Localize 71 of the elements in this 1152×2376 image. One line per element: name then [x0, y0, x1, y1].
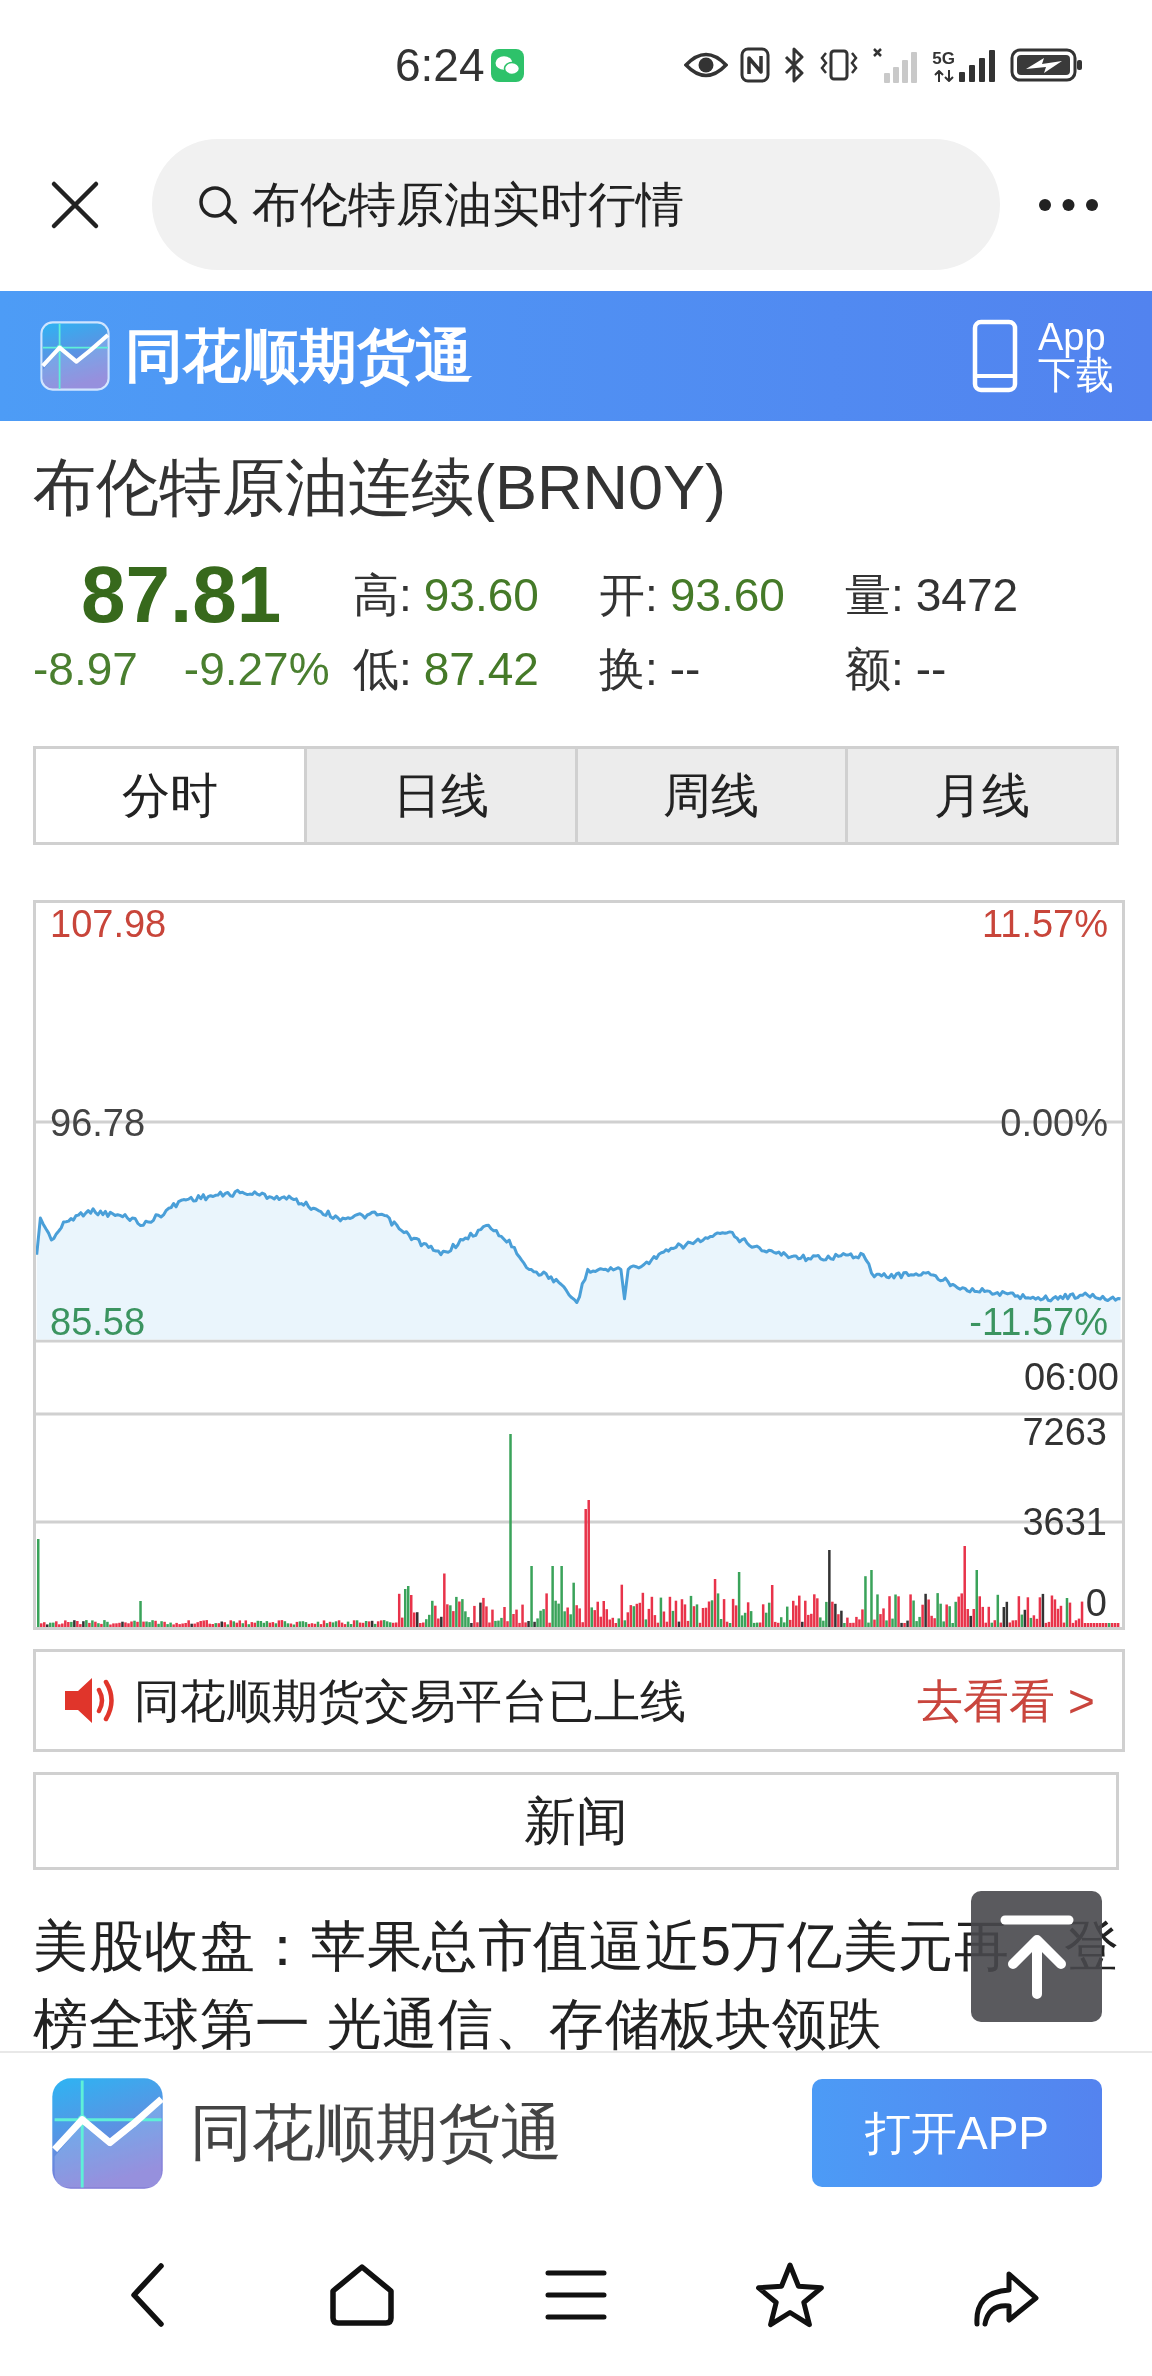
app-name: 同花顺期货通: [190, 2102, 562, 2164]
volume-bar: [1041, 1593, 1045, 1627]
view-link[interactable]: 去看看 >: [917, 1677, 1095, 1724]
instrument-title: 布伦特原油连续(BRN0Y): [33, 451, 728, 523]
stat-value: --: [915, 646, 947, 692]
data-arrows-icon: [933, 70, 954, 82]
signal-strength-icon: [958, 48, 998, 82]
download-app-link[interactable]: App 下载: [972, 318, 1114, 394]
percent-axis-label: 11.57%: [981, 903, 1108, 945]
home-icon[interactable]: [327, 2262, 396, 2327]
volume-axis-label: 3631: [1022, 1501, 1107, 1543]
volume-bar: [121, 1621, 124, 1627]
percent-change: -9.27%: [183, 646, 330, 692]
price-axis-label: 96.78: [50, 1102, 146, 1144]
volume-bar: [533, 1621, 536, 1627]
network-type-label: 5G: [932, 50, 955, 67]
app-logo-icon: [50, 2075, 165, 2191]
notice-text: 同花顺期货交易平台已上线: [134, 1677, 686, 1724]
volume-bar: [190, 1623, 193, 1627]
volume-bar: [73, 1620, 76, 1627]
stat-name: 额:: [845, 646, 904, 692]
back-icon[interactable]: [129, 2261, 166, 2328]
search-icon: [197, 184, 238, 225]
volume-bar: [834, 1603, 837, 1627]
chart-period-tab[interactable]: 日线: [303, 749, 575, 842]
volume-bar: [416, 1612, 419, 1627]
volume-bar: [1023, 1609, 1027, 1627]
last-price: 87.81: [81, 555, 282, 635]
clock-time: 6:24: [395, 42, 485, 88]
volume-bar: [220, 1621, 223, 1627]
volume-bar: [479, 1602, 482, 1627]
nfc-icon: [740, 47, 771, 83]
eye-icon: [684, 50, 729, 80]
search-field[interactable]: 布伦特原油实时行情: [152, 139, 1000, 270]
stat-name: 量:: [845, 572, 904, 618]
stat-value: 87.42: [423, 646, 539, 692]
stat-value: 93.60: [423, 572, 539, 618]
chart-period-tab[interactable]: 月线: [845, 749, 1116, 842]
volume-bar: [46, 1624, 49, 1627]
percent-axis-label: -11.57%: [969, 1301, 1108, 1343]
volume-bar: [840, 1610, 843, 1627]
close-icon[interactable]: [50, 179, 100, 230]
volume-axis-label: 0: [1085, 1582, 1107, 1624]
chart-period-tab[interactable]: 周线: [574, 749, 846, 842]
volume-bar: [370, 1620, 374, 1627]
more-icon[interactable]: [1038, 197, 1099, 212]
stat-value: --: [669, 646, 701, 692]
percent-axis-label: 0.00%: [1000, 1102, 1108, 1144]
battery-charging-icon: [1010, 48, 1084, 82]
volume-bar: [527, 1621, 530, 1627]
price-axis-label: 107.98: [50, 903, 167, 945]
volume-bar: [677, 1621, 681, 1627]
phone-icon: [972, 319, 1018, 393]
price-change: -8.97: [33, 646, 138, 692]
stat-value: 3472: [915, 572, 1019, 618]
volume-axis-label: 7263: [1022, 1411, 1107, 1453]
menu-icon[interactable]: [545, 2268, 607, 2321]
volume-bar: [801, 1621, 804, 1627]
news-section-header: 新闻: [33, 1772, 1119, 1870]
chat-app-icon: [490, 48, 524, 82]
stat-value: 93.60: [669, 572, 785, 618]
price-axis-label: 85.58: [50, 1301, 146, 1343]
app-logo-icon: [40, 321, 110, 391]
volume-bar: [924, 1593, 927, 1627]
stat-name: 换:: [599, 646, 658, 692]
stat-name: 开:: [599, 572, 658, 618]
volume-bar: [969, 1615, 972, 1627]
time-axis-label: 06:00: [1023, 1356, 1119, 1398]
volume-bar: [82, 1621, 85, 1627]
stat-name: 低:: [353, 646, 412, 692]
stat-name: 高:: [353, 572, 412, 618]
